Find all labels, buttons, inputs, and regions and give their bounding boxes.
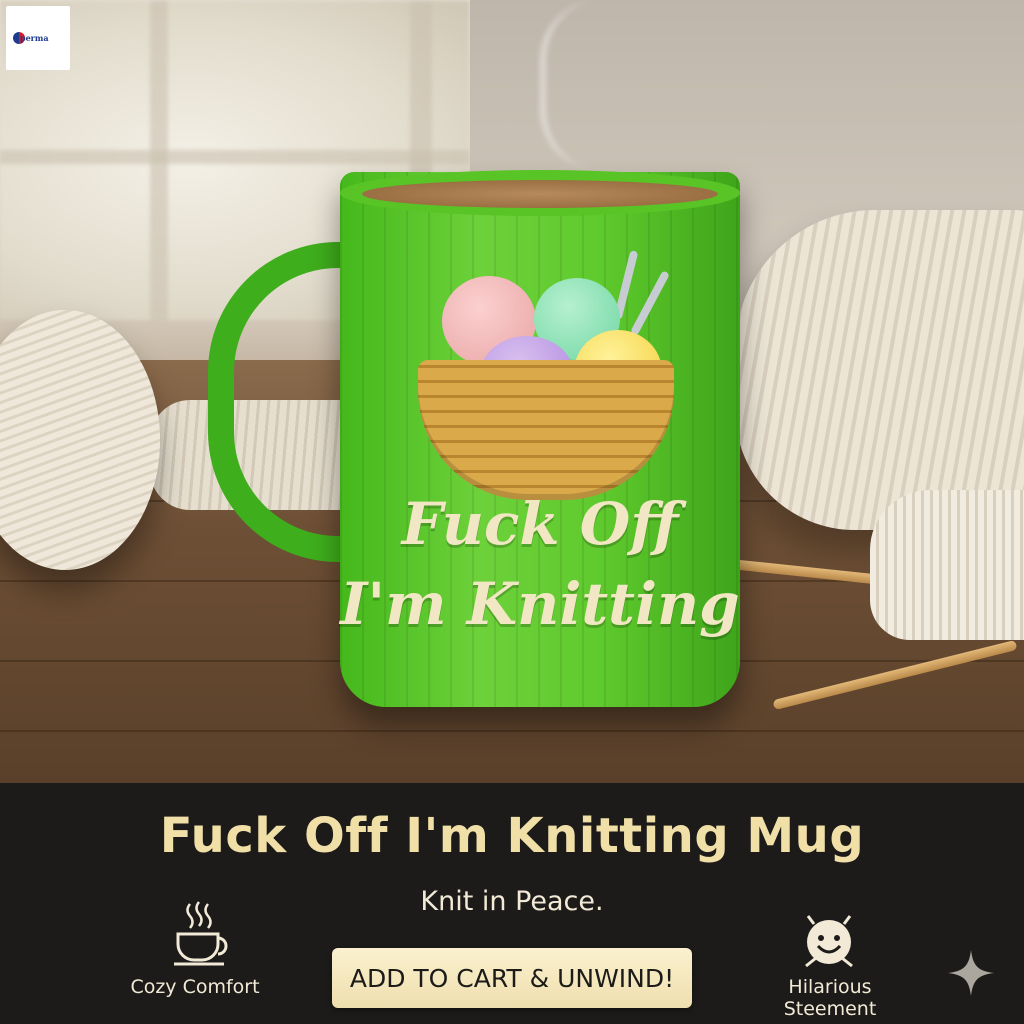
sparkle-icon [948,950,994,996]
mug-print-line1: Fuck Off [401,490,679,558]
steam [540,0,656,170]
product-photo: Fuck Off I'm Knitting [0,0,1024,783]
add-to-cart-button[interactable]: ADD TO CART & UNWIND! [332,948,692,1008]
knitted-blanket [735,210,1024,530]
smiley-face-icon [805,915,853,968]
knitted-swatch [870,490,1024,640]
product-tagline: Knit in Peace. [420,886,604,917]
feature-label-cozy-comfort: Cozy Comfort [130,976,260,998]
logo-text: perma [20,33,49,43]
brand-logo[interactable]: perma [6,6,70,70]
mug-print-line2: I'm Knitting [340,570,740,638]
feature-label-hilarious-statement: Hilarious Steement [783,976,877,1020]
coffee-cup-icon [174,901,228,966]
product-title: Fuck Off I'm Knitting Mug [159,808,865,864]
coffee [362,180,718,208]
